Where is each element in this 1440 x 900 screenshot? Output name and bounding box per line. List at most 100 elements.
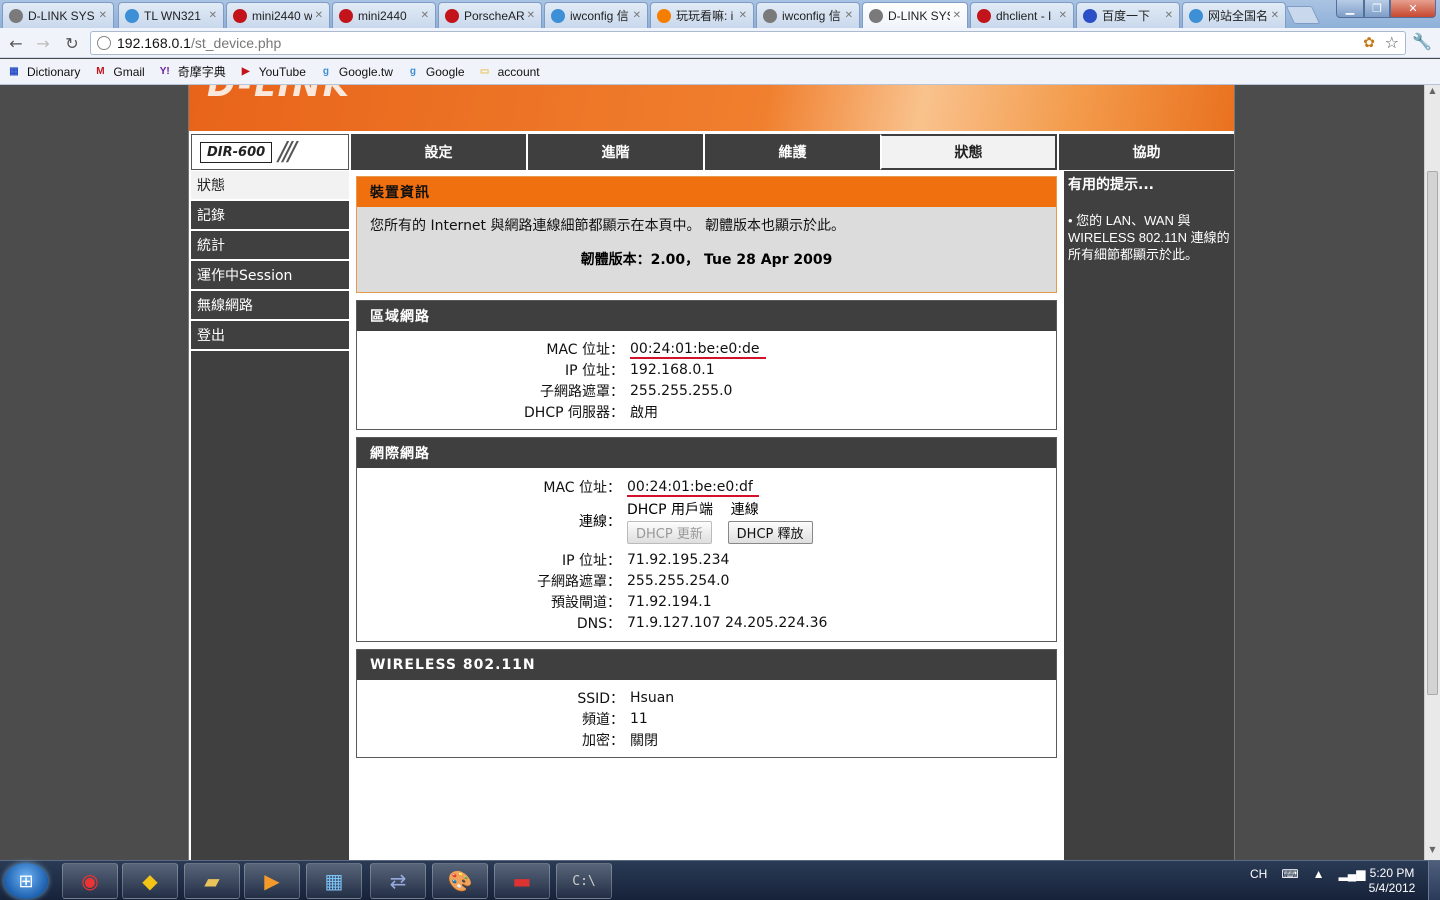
tab-close-icon[interactable]: ✕: [527, 10, 535, 21]
browser-tab[interactable]: iwconfig 信 ✕: [756, 2, 860, 28]
nav-tab[interactable]: 狀態: [880, 134, 1057, 170]
tab-close-icon[interactable]: ✕: [953, 10, 961, 21]
wan-row: 預設閘道： 71.92.194.1: [357, 591, 1056, 612]
browser-tab[interactable]: 网站全国名 ✕: [1182, 2, 1286, 28]
browser-tab[interactable]: dhclient - I ✕: [970, 2, 1074, 28]
browser-tab[interactable]: mini2440 w ✕: [226, 2, 330, 28]
tab-favicon-icon: [1083, 8, 1097, 23]
browser-tab[interactable]: TL WN321 ✕: [118, 2, 224, 28]
browser-tab[interactable]: 玩玩看嘛: i ✕: [650, 2, 754, 28]
taskbar-control-panel[interactable]: ▦: [306, 863, 362, 899]
tab-close-icon[interactable]: ✕: [209, 10, 217, 21]
dlink-banner: D-LINK: [189, 85, 1234, 131]
lan-label: 子網路遮罩：: [540, 383, 624, 400]
bookmark-item[interactable]: ▶ YouTube: [238, 65, 306, 79]
tab-close-icon[interactable]: ✕: [99, 10, 107, 21]
tab-close-icon[interactable]: ✕: [1271, 10, 1279, 21]
dlink-logo: D-LINK: [207, 85, 352, 105]
bookmark-item[interactable]: ▦ Dictionary: [6, 65, 80, 79]
left-menu-item[interactable]: 運作中Session: [191, 261, 349, 291]
nav-tab[interactable]: 設定: [349, 134, 526, 170]
taskbar-cmd[interactable]: C:\: [556, 863, 612, 899]
wan-value: 255.255.254.0: [627, 572, 730, 589]
taskbar-explorer[interactable]: ▰: [184, 863, 240, 899]
nav-tab[interactable]: 協助: [1057, 134, 1234, 170]
start-button[interactable]: ⊞: [4, 863, 48, 899]
google-icon: g: [322, 66, 329, 77]
language-indicator[interactable]: CH: [1250, 867, 1267, 881]
paint-icon: 🎨: [447, 869, 473, 893]
scroll-up-icon[interactable]: ▲: [1425, 86, 1440, 100]
bookmark-item[interactable]: g Google.tw: [318, 65, 393, 79]
tab-close-icon[interactable]: ✕: [1165, 10, 1173, 21]
taskbar-toolbox[interactable]: ▬: [494, 863, 550, 899]
windows-taskbar: ⊞ ◉ ◆ ▰ ▶ ▦ ⇄ 🎨 ▬ C:\ CH ⌨ ▲ ▂▄▆ 5:20 PM…: [0, 860, 1440, 900]
wrench-menu-icon[interactable]: 🔧: [1412, 32, 1432, 51]
taskbar-app-key[interactable]: ◆: [122, 863, 178, 899]
dhcp-release-button[interactable]: DHCP 釋放: [727, 521, 813, 544]
wireless-label: 加密：: [582, 732, 624, 749]
browser-tab[interactable]: PorscheAR ✕: [438, 2, 542, 28]
bookmark-star-icon[interactable]: ☆: [1385, 33, 1399, 52]
wan-row: IP 位址： 71.92.195.234: [357, 549, 1056, 570]
browser-tab[interactable]: iwconfig 信 ✕: [544, 2, 648, 28]
nav-tab[interactable]: 維護: [703, 134, 880, 170]
tab-close-icon[interactable]: ✕: [421, 10, 429, 21]
yahoo-icon: Y!: [159, 66, 170, 77]
reload-button[interactable]: ↻: [60, 32, 84, 54]
lan-panel: 區域網路 MAC 位址： 00:24:01:be:e0:de IP 位址： 192.1…: [356, 300, 1057, 430]
browser-tab[interactable]: D-LINK SYS ✕: [2, 2, 114, 28]
dhcp-renew-button[interactable]: DHCP 更新: [627, 521, 712, 544]
left-menu-item[interactable]: 登出: [191, 321, 349, 351]
bookmark-item[interactable]: Y! 奇摩字典: [157, 63, 226, 80]
wan-row-connection: 連線： DHCP 用戶端 連線 DHCP 更新 DHCP 釋放: [357, 499, 1056, 544]
browser-tab[interactable]: 百度一下 ✕: [1076, 2, 1180, 28]
bookmark-item[interactable]: M Gmail: [92, 65, 145, 79]
keyboard-icon[interactable]: ⌨: [1281, 867, 1298, 881]
tab-close-icon[interactable]: ✕: [315, 10, 323, 21]
browser-tab[interactable]: D-LINK SYS ✕: [862, 2, 968, 28]
maximize-button[interactable]: ❐: [1364, 0, 1390, 18]
tab-close-icon[interactable]: ✕: [1059, 10, 1067, 21]
left-menu-item[interactable]: 狀態: [191, 171, 349, 201]
left-menu-item[interactable]: 記錄: [191, 201, 349, 231]
taskbar-paint[interactable]: 🎨: [432, 863, 488, 899]
help-title: 有用的提示...: [1068, 177, 1154, 193]
wan-value: 71.9.127.107 24.205.224.36: [627, 614, 828, 631]
vertical-scrollbar[interactable]: ▲ ▼: [1424, 85, 1440, 860]
tab-close-icon[interactable]: ✕: [739, 10, 747, 21]
top-navigation: 設定 進階 維護 狀態 協助: [349, 134, 1234, 170]
tray-expand-icon[interactable]: ▲: [1313, 867, 1325, 881]
model-name: DIR-600: [200, 141, 273, 163]
google-icon: g: [409, 66, 416, 77]
minimize-button[interactable]: ▁: [1336, 0, 1364, 18]
show-desktop-button[interactable]: [1428, 861, 1440, 900]
tab-favicon-icon: [233, 8, 247, 23]
address-bar[interactable]: 192.168.0.1/st_device.php ✿ ☆: [90, 31, 1406, 55]
wan-mac-label: MAC 位址：: [543, 479, 621, 496]
scrollbar-thumb[interactable]: [1427, 171, 1438, 695]
tab-label: D-LINK SYS: [28, 8, 95, 23]
bookmark-label: Google: [425, 64, 465, 79]
tab-favicon-icon: [551, 8, 565, 23]
tab-close-icon[interactable]: ✕: [633, 10, 641, 21]
browser-tab[interactable]: mini2440 ✕: [332, 2, 436, 28]
forward-button[interactable]: →: [31, 32, 55, 54]
left-menu-item[interactable]: 統計: [191, 231, 349, 261]
wan-label: 子網路遮罩：: [537, 573, 621, 590]
taskbar-media-player[interactable]: ▶: [244, 863, 300, 899]
back-button[interactable]: ←: [4, 32, 28, 54]
close-window-button[interactable]: ✕: [1390, 0, 1436, 18]
clock[interactable]: 5:20 PM 5/4/2012: [1362, 866, 1422, 896]
left-menu-item[interactable]: 無線網路: [191, 291, 349, 321]
nav-tab[interactable]: 進階: [526, 134, 703, 170]
tab-close-icon[interactable]: ✕: [845, 10, 853, 21]
bookmark-item[interactable]: g Google: [405, 65, 465, 79]
scroll-down-icon[interactable]: ▼: [1425, 845, 1440, 859]
folder-icon: ▭: [479, 66, 490, 77]
taskbar-network[interactable]: ⇄: [370, 863, 426, 899]
new-tab-button[interactable]: [1285, 6, 1321, 24]
taskbar-chrome[interactable]: ◉: [62, 863, 118, 899]
bookmark-item[interactable]: ▭ account: [477, 65, 540, 79]
extension-icon[interactable]: ✿: [1363, 35, 1375, 51]
